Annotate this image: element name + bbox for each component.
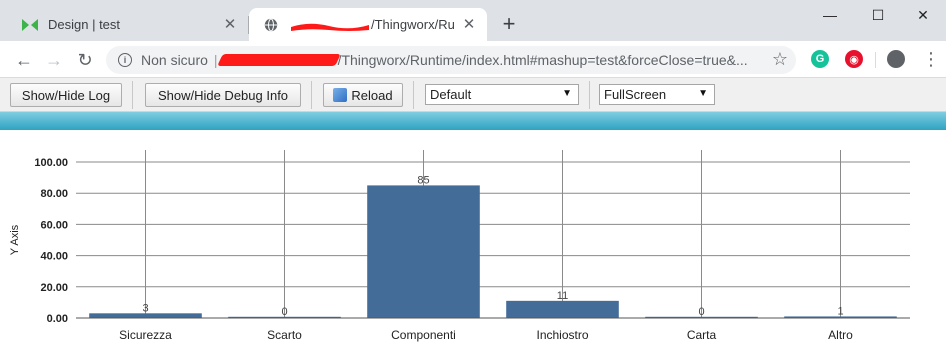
y-tick-label: 40.00 [40, 251, 68, 263]
bookmark-star-icon[interactable]: ☆ [770, 49, 790, 69]
close-tab-icon[interactable]: ✕ [222, 16, 238, 33]
y-axis-label: Y Axis [9, 224, 21, 255]
maximize-button[interactable]: ☐ [855, 0, 901, 30]
bar-chart-widget: 0.00 20.00 40.00 60.00 80.00 100.00 3 Sicurezza… [0, 130, 946, 363]
show-hide-log-button[interactable]: Show/Hide Log [10, 83, 122, 107]
toolbar-divider [875, 52, 876, 68]
bar [367, 185, 480, 318]
x-tick-label: Componenti [391, 328, 456, 342]
y-tick-label: 60.00 [40, 219, 68, 231]
omnibox-divider: | [213, 52, 218, 68]
redaction-mark [216, 54, 341, 66]
thingworx-logo-icon [22, 17, 38, 33]
reload-button[interactable]: Reload [323, 83, 403, 107]
theme-select[interactable]: Default ▼ [425, 84, 579, 105]
back-arrow-icon[interactable]: ← [12, 48, 36, 72]
data-label: 85 [417, 174, 429, 186]
tab-title: Design | test [48, 17, 121, 32]
debug-toolbar: Show/Hide Log Show/Hide Debug Info Reloa… [0, 78, 946, 112]
x-tick-label: Sicurezza [119, 328, 172, 342]
x-tick-label: Altro [828, 328, 853, 342]
minimize-button[interactable]: — [807, 0, 853, 30]
grammarly-extension-icon[interactable]: G [811, 50, 829, 68]
y-tick-label: 100.00 [34, 157, 68, 169]
toolbar-divider [132, 81, 133, 109]
x-tick-label: Inchiostro [536, 328, 588, 342]
show-hide-debug-info-button[interactable]: Show/Hide Debug Info [145, 83, 301, 107]
view-mode-select-value: FullScreen [604, 87, 667, 102]
dropdown-arrow-icon: ▼ [562, 88, 572, 99]
data-label: 3 [142, 302, 148, 314]
view-mode-select[interactable]: FullScreen ▼ [599, 84, 715, 105]
new-tab-button[interactable]: + [497, 13, 521, 37]
reload-icon [333, 88, 348, 102]
x-tick-label: Scarto [267, 328, 302, 342]
reload-label: Reload [351, 87, 393, 103]
close-tab-icon[interactable]: ✕ [461, 16, 477, 33]
x-tick-label: Carta [687, 328, 717, 342]
globe-icon [263, 17, 279, 33]
theme-select-value: Default [430, 87, 472, 102]
info-icon[interactable]: i [118, 53, 132, 67]
tab-title-text: /Thingworx/Ru [371, 17, 455, 32]
toolbar-divider [311, 81, 312, 109]
browser-tab-strip: Design | test ✕ /Thingworx/Ru ✕ + — ☐ ✕ [0, 0, 946, 41]
tab-design[interactable]: Design | test ✕ [8, 8, 248, 41]
y-tick-label: 80.00 [40, 188, 68, 200]
bar-chart: 0.00 20.00 40.00 60.00 80.00 100.00 3 Sicurezza… [9, 150, 910, 342]
mashup-header-band [0, 112, 946, 130]
bar [506, 300, 619, 318]
redaction-mark [291, 23, 369, 31]
toolbar-divider [413, 81, 414, 109]
tab-title: /Thingworx/Ru [289, 17, 461, 32]
y-tick-label: 0.00 [47, 313, 68, 325]
forward-arrow-icon[interactable]: → [42, 48, 66, 72]
data-label: 0 [281, 306, 287, 318]
data-label: 0 [698, 306, 704, 318]
adblock-extension-icon[interactable]: ◉ [845, 50, 863, 68]
reload-page-icon[interactable]: ↻ [73, 48, 97, 72]
browser-toolbar: ← → ↻ i Non sicuro | /Thingworx/Runtime/… [0, 41, 946, 78]
data-label: 11 [557, 290, 568, 302]
security-label: Non sicuro [141, 52, 208, 68]
toolbar-divider [589, 81, 590, 109]
profile-avatar-icon[interactable] [887, 50, 905, 68]
address-bar[interactable]: i Non sicuro | /Thingworx/Runtime/index.… [106, 46, 796, 74]
url-text: /Thingworx/Runtime/index.html#mashup=tes… [337, 52, 748, 68]
menu-dots-icon[interactable]: ⋮ [922, 49, 940, 69]
data-label: 1 [837, 305, 843, 317]
close-window-button[interactable]: ✕ [900, 0, 946, 30]
dropdown-arrow-icon: ▼ [698, 88, 708, 99]
tab-runtime[interactable]: /Thingworx/Ru ✕ [249, 8, 487, 41]
y-tick-label: 20.00 [40, 282, 68, 294]
